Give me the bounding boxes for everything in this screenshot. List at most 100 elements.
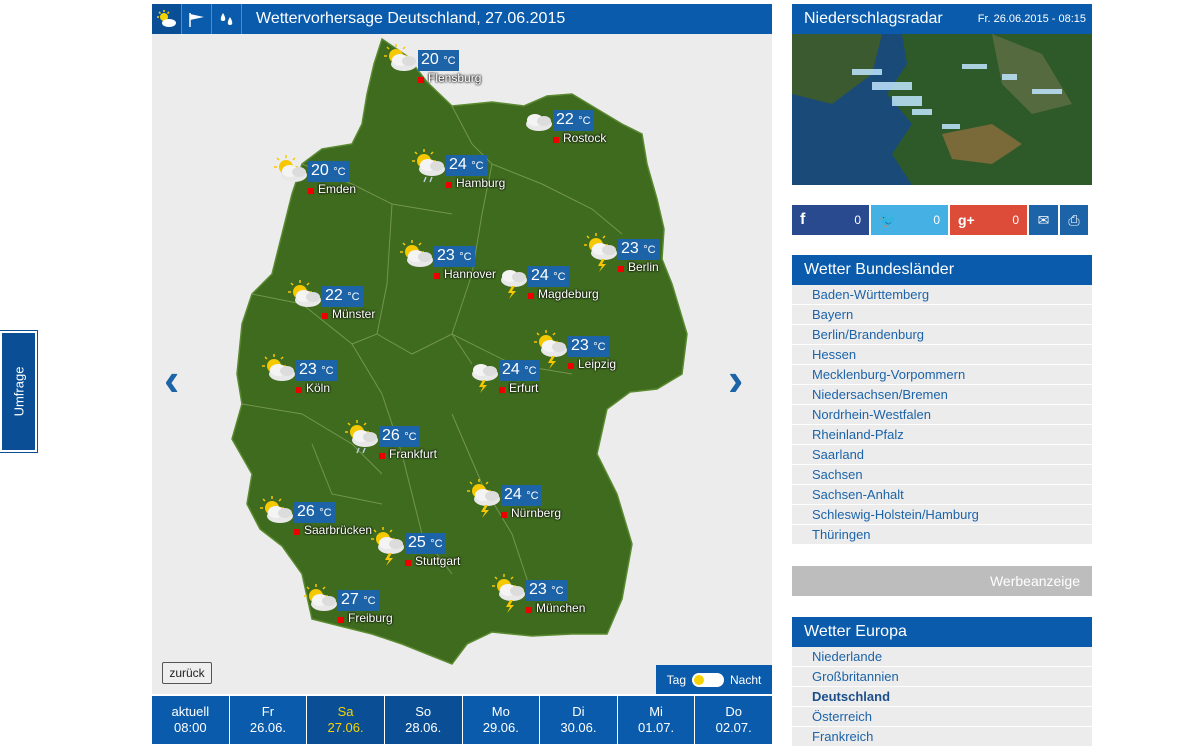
city-name: München (536, 601, 586, 615)
list-item-link[interactable]: Berlin/Brandenburg (792, 325, 1092, 345)
day-tab[interactable]: Fr 26.06. (229, 696, 308, 744)
city-name: Emden (318, 182, 357, 196)
facebook-icon: f (800, 211, 806, 228)
day-label: Mi (649, 704, 663, 719)
list-item-link[interactable]: Baden-Württemberg (792, 285, 1092, 305)
map-title: Wettervorhersage Deutschland, 27.06.2015 (256, 10, 566, 27)
twitter-count: 0 (933, 213, 940, 227)
day-date: 08:00 (174, 720, 207, 735)
city-dot (405, 560, 411, 566)
city-name: Münster (332, 307, 376, 321)
list-item-link[interactable]: Hessen (792, 345, 1092, 365)
back-button[interactable]: zurück (162, 662, 212, 684)
day-label: Do (725, 704, 742, 719)
day-date: 01.07. (637, 720, 675, 735)
city-dot (296, 387, 302, 393)
day-tab[interactable]: Mo 29.06. (462, 696, 541, 744)
print-button[interactable]: ⎙ (1060, 205, 1088, 235)
next-arrow-icon[interactable]: › (728, 356, 743, 402)
day-night-toggle[interactable]: Tag Nacht (656, 665, 772, 694)
radar-image[interactable] (792, 34, 1092, 185)
radar-date: Fr. 26.06.2015 - 08:15 (977, 13, 1086, 25)
twitter-share-button[interactable]: 🐦 0 (871, 205, 948, 235)
list-item-link[interactable]: Rheinland-Pfalz (792, 425, 1092, 445)
day-date: 29.06. (482, 720, 519, 735)
city-dot (308, 188, 314, 194)
city-name: Stuttgart (415, 554, 461, 568)
toggle-switch[interactable] (692, 673, 724, 687)
city-temperature: 24 °C (499, 360, 540, 381)
sun-cloud-thunder-icon (584, 233, 620, 278)
googleplus-icon: g+ (958, 212, 975, 228)
day-tab[interactable]: Mi 01.07. (617, 696, 696, 744)
list-item-link[interactable]: Deutschland (792, 687, 1092, 707)
europa-list: Niederlande Großbritannien Deutschland Öste… (792, 647, 1092, 747)
facebook-share-button[interactable]: f 0 (792, 205, 869, 235)
city-temperature: 26 °C (294, 502, 335, 523)
day-tab[interactable]: aktuell 08:00 (152, 696, 230, 744)
city-name: Leipzig (578, 357, 617, 371)
print-icon: ⎙ (1068, 211, 1080, 228)
city-temperature: 26 °C (379, 426, 420, 447)
day-tab[interactable]: Do 02.07. (695, 696, 772, 744)
day-selector: aktuell 08:00 Fr 26.06. Sa 27.06. So 28.06. Mo 29… (152, 696, 772, 744)
europa-header: Wetter Europa (792, 617, 1092, 647)
city-temperature: 24 °C (446, 155, 487, 176)
day-tab[interactable]: Di 30.06. (540, 696, 618, 744)
radar-title: Niederschlagsradar (804, 10, 943, 27)
city-temperature: 23 °C (296, 360, 337, 381)
sun-cloud-icon (274, 155, 310, 200)
list-item-link[interactable]: Mecklenburg-Vorpommern (792, 365, 1092, 385)
cloud-thunder-icon (494, 260, 530, 305)
list-item-link[interactable]: Bayern (792, 305, 1092, 325)
list-item-link[interactable]: Saarland (792, 445, 1092, 465)
prev-arrow-icon[interactable]: ‹ (164, 356, 179, 402)
city-name: Erfurt (509, 381, 539, 395)
sun-cloud-icon (384, 44, 420, 89)
list-item-link[interactable]: Niedersachsen/Bremen (792, 385, 1092, 405)
day-tab[interactable]: So 28.06. (384, 696, 463, 744)
city-dot (618, 266, 624, 272)
list-item-link[interactable]: Thüringen (792, 525, 1092, 545)
list-item-link[interactable]: Schleswig-Holstein/Hamburg (792, 505, 1092, 525)
day-label: Fr (261, 704, 275, 719)
list-item-link[interactable]: Sachsen (792, 465, 1092, 485)
radar-header: Niederschlagsradar Fr. 26.06.2015 - 08:1… (792, 4, 1092, 34)
day-tab[interactable]: Sa 27.06. (307, 696, 385, 744)
list-item-link[interactable]: Österreich (792, 707, 1092, 727)
city-dot (418, 77, 424, 83)
sun-cloud-rain-icon (345, 420, 381, 465)
mail-share-button[interactable]: ✉ (1029, 205, 1058, 235)
sun-cloud-icon (260, 496, 296, 541)
sun-cloud-icon (304, 584, 340, 629)
list-item-link[interactable]: Nordrhein-Westfalen (792, 405, 1092, 425)
rain-drops-icon[interactable] (212, 4, 242, 34)
list-item-link[interactable]: Frankreich (792, 727, 1092, 747)
day-label: Mo (491, 704, 510, 719)
city-dot (568, 363, 574, 369)
city-dot (501, 512, 507, 518)
city-dot (528, 293, 534, 299)
share-bar: f 0 🐦 0 g+ 0 ✉ ⎙ (792, 205, 1092, 235)
day-label: aktuell (171, 704, 210, 719)
city-temperature: 23 °C (618, 239, 659, 260)
day-label: Sa (337, 704, 354, 719)
list-item-link[interactable]: Großbritannien (792, 667, 1092, 687)
toggle-day-label: Tag (666, 673, 686, 687)
cloud-icon (519, 104, 555, 149)
umfrage-tab[interactable]: Umfrage (0, 330, 38, 453)
googleplus-share-button[interactable]: g+ 0 (950, 205, 1027, 235)
facebook-count: 0 (854, 213, 861, 227)
list-item-link[interactable]: Niederlande (792, 647, 1092, 667)
wind-icon[interactable] (182, 4, 212, 34)
city-temperature: 23 °C (434, 246, 475, 267)
list-item-link[interactable]: Sachsen-Anhalt (792, 485, 1092, 505)
sun-cloud-icon[interactable] (152, 4, 182, 34)
city-dot (322, 313, 328, 319)
cloud-thunder-icon (465, 354, 501, 399)
ad-banner[interactable]: Werbeanzeige (792, 566, 1092, 596)
toggle-night-label: Nacht (730, 673, 762, 687)
germany-map[interactable]: 20 °C Flensburg 22 °C Rostock 24 °C Hamburg 20… (152, 34, 772, 694)
city-temperature: 22 °C (322, 286, 363, 307)
sun-cloud-thunder-icon (492, 574, 528, 619)
